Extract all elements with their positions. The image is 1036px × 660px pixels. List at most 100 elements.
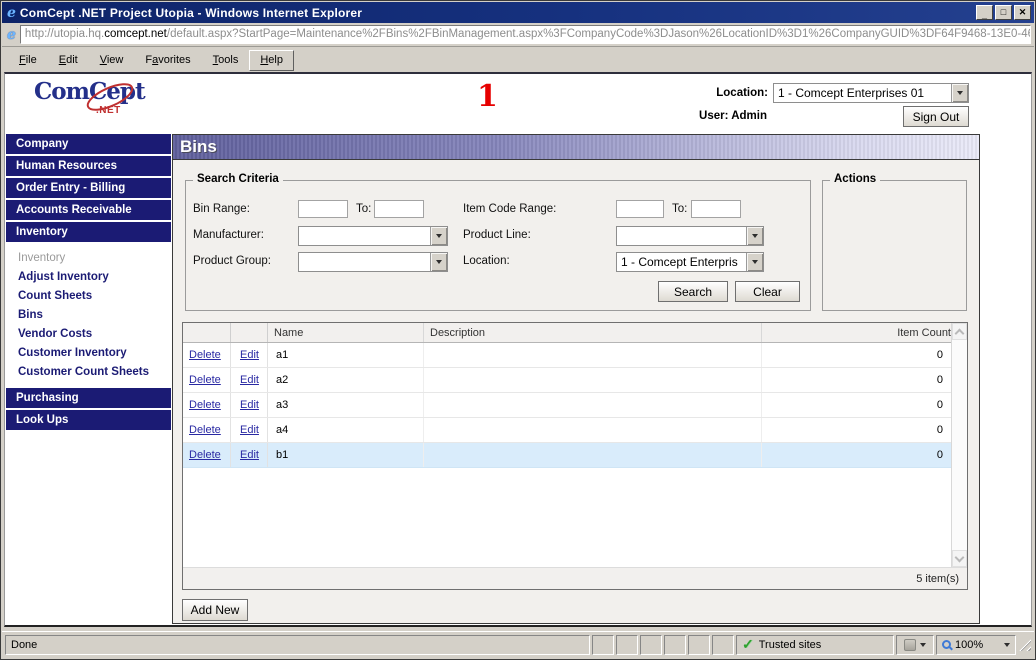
sidebar-item-accounts-receivable[interactable]: Accounts Receivable bbox=[6, 200, 171, 220]
menu-tools[interactable]: Tools bbox=[202, 50, 250, 71]
close-button[interactable]: ✕ bbox=[1014, 5, 1031, 20]
sign-out-button[interactable]: Sign Out bbox=[903, 106, 969, 127]
scroll-down-icon[interactable] bbox=[952, 550, 967, 567]
bins-table: Name Description Item Count Delete Edit … bbox=[182, 322, 968, 590]
sidebar-subitem-customer-count-sheets[interactable]: Customer Count Sheets bbox=[6, 364, 171, 383]
location-select-value: 1 - Comcept Enterprises 01 bbox=[778, 86, 925, 100]
search-location-select[interactable]: 1 - Comcept Enterpris bbox=[616, 252, 764, 272]
edit-link[interactable]: Edit bbox=[240, 424, 259, 436]
address-bar: e http://utopia.hq.comcept.net/default.a… bbox=[2, 23, 1034, 47]
sidebar-item-order-entry-billing[interactable]: Order Entry - Billing bbox=[6, 178, 171, 198]
item-code-from-input[interactable] bbox=[616, 200, 664, 218]
delete-link[interactable]: Delete bbox=[189, 374, 221, 386]
cell-item-count: 0 bbox=[936, 374, 943, 386]
cell-item-count: 0 bbox=[936, 424, 943, 436]
sidebar-nav: Company Human Resources Order Entry - Bi… bbox=[6, 134, 171, 432]
item-code-to-input[interactable] bbox=[691, 200, 741, 218]
manufacturer-select[interactable] bbox=[298, 226, 448, 246]
sidebar-item-company[interactable]: Company bbox=[6, 134, 171, 154]
content-pane: Bins Search Criteria Bin Range: To: Item… bbox=[172, 134, 980, 624]
zoom-arrow-icon[interactable] bbox=[1004, 642, 1010, 647]
sidebar-subitem-inventory: Inventory bbox=[18, 252, 66, 264]
table-row: Delete Edit a1 0 bbox=[183, 343, 951, 368]
bin-range-from-input[interactable] bbox=[298, 200, 348, 218]
zoom-panel[interactable]: 100% bbox=[936, 634, 1016, 655]
actions-legend: Actions bbox=[830, 173, 881, 185]
product-group-select[interactable] bbox=[298, 252, 448, 272]
page-ie-icon: e bbox=[7, 26, 16, 43]
url-suffix: /default.aspx?StartPage=Maintenance%2FBi… bbox=[166, 28, 1031, 40]
cell-item-count: 0 bbox=[936, 449, 943, 461]
menu-file[interactable]: File bbox=[8, 50, 48, 71]
table-empty-area bbox=[183, 468, 951, 567]
edit-link[interactable]: Edit bbox=[240, 349, 259, 361]
cell-item-count: 0 bbox=[936, 399, 943, 411]
cell-name: a3 bbox=[268, 393, 424, 417]
search-location-select-value: 1 - Comcept Enterpris bbox=[621, 255, 738, 269]
protected-mode-arrow-icon[interactable] bbox=[920, 642, 926, 647]
sidebar-subitem-count-sheets[interactable]: Count Sheets bbox=[6, 288, 171, 307]
bin-range-to-input[interactable] bbox=[374, 200, 424, 218]
menu-view[interactable]: View bbox=[89, 50, 135, 71]
scroll-up-icon[interactable] bbox=[952, 323, 967, 340]
cell-name: b1 bbox=[268, 443, 424, 467]
add-new-button[interactable]: Add New bbox=[182, 599, 248, 621]
search-criteria-legend: Search Criteria bbox=[193, 173, 283, 185]
sidebar-subitem-bins[interactable]: Bins bbox=[6, 307, 171, 326]
menu-bar: File Edit View Favorites Tools Help bbox=[2, 48, 1034, 72]
maximize-button[interactable]: □ bbox=[995, 5, 1012, 20]
edit-link[interactable]: Edit bbox=[240, 399, 259, 411]
delete-link[interactable]: Delete bbox=[189, 399, 221, 411]
manufacturer-select-arrow-icon[interactable] bbox=[430, 227, 447, 245]
sidebar-item-look-ups[interactable]: Look Ups bbox=[6, 410, 171, 430]
product-line-select[interactable] bbox=[616, 226, 764, 246]
sidebar-item-inventory[interactable]: Inventory bbox=[6, 222, 171, 242]
delete-link[interactable]: Delete bbox=[189, 349, 221, 361]
edit-link[interactable]: Edit bbox=[240, 374, 259, 386]
logo-suffix: .NET bbox=[96, 105, 121, 116]
url-input[interactable]: http://utopia.hq.comcept.net/default.asp… bbox=[19, 25, 1031, 44]
product-group-select-arrow-icon[interactable] bbox=[430, 253, 447, 271]
search-criteria-fieldset: Search Criteria Bin Range: To: Item Code… bbox=[185, 173, 811, 311]
protected-mode-panel[interactable] bbox=[896, 634, 934, 655]
sidebar-item-human-resources[interactable]: Human Resources bbox=[6, 156, 171, 176]
product-line-select-arrow-icon[interactable] bbox=[746, 227, 763, 245]
sidebar-item-purchasing[interactable]: Purchasing bbox=[6, 388, 171, 408]
product-group-select-value bbox=[299, 253, 430, 271]
menu-help[interactable]: Help bbox=[249, 49, 294, 71]
app-header: ComCept .NET 1 Location: 1 - Comcept Ent… bbox=[5, 74, 1031, 134]
page-title: Bins bbox=[173, 135, 979, 160]
sidebar-subitem-vendor-costs[interactable]: Vendor Costs bbox=[6, 326, 171, 345]
search-location-label: Location: bbox=[463, 255, 510, 267]
sidebar-subitem-adjust-inventory[interactable]: Adjust Inventory bbox=[6, 269, 171, 288]
actions-fieldset: Actions bbox=[822, 173, 967, 311]
item-code-range-label: Item Code Range: bbox=[463, 203, 557, 215]
delete-link[interactable]: Delete bbox=[189, 449, 221, 461]
search-button[interactable]: Search bbox=[658, 281, 728, 302]
cell-item-count: 0 bbox=[936, 349, 943, 361]
bin-range-label: Bin Range: bbox=[193, 203, 250, 215]
status-panel bbox=[616, 634, 638, 655]
delete-link[interactable]: Delete bbox=[189, 424, 221, 436]
cell-description bbox=[424, 368, 762, 392]
menu-favorites[interactable]: Favorites bbox=[134, 50, 201, 71]
table-row: Delete Edit a2 0 bbox=[183, 368, 951, 393]
table-scrollbar[interactable] bbox=[951, 323, 967, 567]
location-select[interactable]: 1 - Comcept Enterprises 01 bbox=[773, 83, 969, 103]
search-location-select-arrow-icon[interactable] bbox=[746, 253, 763, 271]
cell-name: a4 bbox=[268, 418, 424, 442]
sidebar-subitem-customer-inventory[interactable]: Customer Inventory bbox=[6, 345, 171, 364]
cell-description bbox=[424, 343, 762, 367]
edit-link[interactable]: Edit bbox=[240, 449, 259, 461]
resize-grip[interactable] bbox=[1018, 638, 1031, 651]
user-label: User: Admin bbox=[699, 110, 767, 122]
clear-button[interactable]: Clear bbox=[735, 281, 800, 302]
minimize-button[interactable]: _ bbox=[976, 5, 993, 20]
item-code-to-label: To: bbox=[672, 203, 688, 215]
product-group-label: Product Group: bbox=[193, 255, 271, 267]
menu-edit[interactable]: Edit bbox=[48, 50, 89, 71]
table-row-selected: Delete Edit b1 0 bbox=[183, 443, 951, 468]
zoom-magnifier-icon bbox=[942, 640, 951, 649]
location-select-arrow-icon[interactable] bbox=[951, 84, 968, 102]
trusted-check-icon: ✓ bbox=[742, 636, 754, 652]
